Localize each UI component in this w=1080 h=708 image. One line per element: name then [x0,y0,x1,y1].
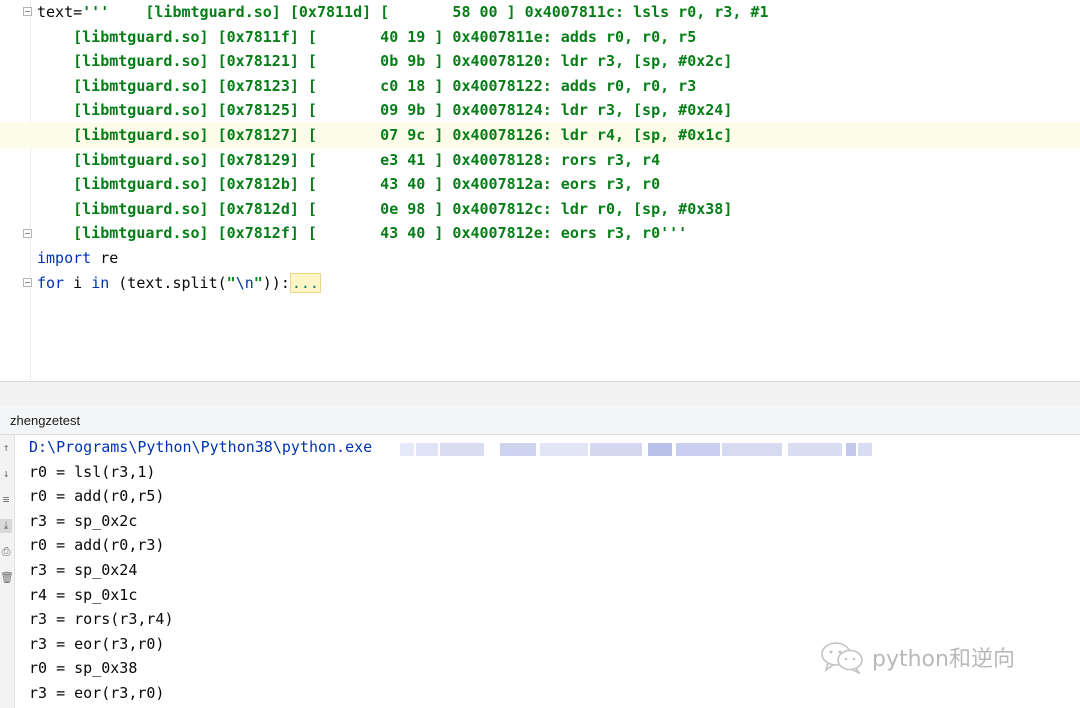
code-line-text: [libmtguard.so] [0x7812f] [ 43 40 ] 0x40… [37,221,687,246]
code-token: for [37,273,65,292]
console-output-line: r3 = eor(r3,r0) [29,684,165,702]
code-line-text: for i in (text.split("\n")):... [37,271,321,296]
wechat-bubble-icon [821,642,863,674]
code-token: (text.split( [109,273,227,292]
run-tool-window-header: zhengzetest [0,406,1080,435]
console-output-line: r3 = sp_0x24 [29,561,138,579]
code-token: " [226,273,236,292]
arrow-down-icon[interactable]: ↓ [0,467,12,481]
code-line[interactable]: [libmtguard.so] [0x7812d] [ 0e 98 ] 0x40… [0,197,1080,222]
code-line[interactable]: [libmtguard.so] [0x7812f] [ 43 40 ] 0x40… [0,221,1080,246]
code-token: text= [37,3,83,21]
arrow-up-icon[interactable]: ↑ [0,441,12,455]
code-token: \n [235,273,254,292]
trash-icon[interactable]: 🗑 [0,571,14,585]
code-token: i [64,273,92,292]
run-toolbar: ↑ ↓ ≡ ⤓ ⎙ 🗑 [0,435,15,708]
code-line[interactable]: import re [0,246,1080,271]
code-token: [libmtguard.so] [0x78123] [ c0 18 ] 0x40… [37,76,697,95]
code-line[interactable]: for i in (text.split("\n")):... [0,271,1080,296]
code-line-text: import re [37,246,118,271]
code-line-text: [libmtguard.so] [0x78127] [ 07 9c ] 0x40… [37,123,732,148]
code-token: import [37,249,92,267]
console-output-line: r0 = sp_0x38 [29,659,138,678]
code-line-text: [libmtguard.so] [0x7812d] [ 0e 98 ] 0x40… [37,197,732,222]
run-tab-label[interactable]: zhengzetest [10,413,80,428]
code-line-text: [libmtguard.so] [0x78121] [ 0b 9b ] 0x40… [37,49,732,74]
code-token: [libmtguard.so] [0x78121] [ 0b 9b ] 0x40… [37,52,733,71]
code-token: in [91,273,110,292]
console-output-line: r3 = sp_0x2c [29,511,138,530]
code-token: ''' [libmtguard.so] [0x7811d] [ 58 00 ] … [82,3,769,21]
code-token: [libmtguard.so] [0x7812f] [ 43 40 ] 0x40… [37,224,688,243]
code-token: [libmtguard.so] [0x78129] [ e3 41 ] 0x40… [37,150,661,169]
console-command-path: D:\Programs\Python\Python38\python.exe [29,438,373,456]
scroll-to-end-icon[interactable]: ⤓ [0,519,12,533]
code-line-text: [libmtguard.so] [0x78129] [ e3 41 ] 0x40… [37,148,660,173]
code-token: [libmtguard.so] [0x7811f] [ 40 19 ] 0x40… [37,27,697,46]
code-line[interactable]: [libmtguard.so] [0x78123] [ c0 18 ] 0x40… [0,74,1080,99]
console-output-line: r0 = lsl(r3,1) [29,462,156,481]
code-line[interactable]: [libmtguard.so] [0x7812b] [ 43 40 ] 0x40… [0,172,1080,197]
code-line-text: [libmtguard.so] [0x78125] [ 09 9b ] 0x40… [37,98,732,123]
code-line[interactable]: text=''' [libmtguard.so] [0x7811d] [ 58 … [0,0,1080,25]
watermark-text: python和逆向 [872,647,1015,672]
console-output-line: r4 = sp_0x1c [29,585,138,604]
code-line-text: [libmtguard.so] [0x7811f] [ 40 19 ] 0x40… [37,25,696,50]
code-token: [libmtguard.so] [0x78125] [ 09 9b ] 0x40… [37,101,733,120]
code-token: " [253,273,263,292]
code-token: [libmtguard.so] [0x7812d] [ 0e 98 ] 0x40… [37,199,733,218]
console-output-line: r3 = eor(r3,r0) [29,634,165,653]
code-line-text: [libmtguard.so] [0x7812b] [ 43 40 ] 0x40… [37,172,660,197]
code-token: )): [262,273,290,292]
console-output-line: r3 = rors(r3,r4) [29,610,174,629]
code-token: [libmtguard.so] [0x78127] [ 07 9c ] 0x40… [37,126,733,144]
code-line[interactable]: [libmtguard.so] [0x78121] [ 0b 9b ] 0x40… [0,49,1080,74]
code-line[interactable]: [libmtguard.so] [0x78125] [ 09 9b ] 0x40… [0,98,1080,123]
print-icon[interactable]: ⎙ [0,545,12,559]
code-editor[interactable]: text=''' [libmtguard.so] [0x7811d] [ 58 … [0,0,1080,381]
code-line[interactable]: [libmtguard.so] [0x7811f] [ 40 19 ] 0x40… [0,25,1080,50]
soft-wrap-icon[interactable]: ≡ [0,493,12,507]
code-token: re [91,249,119,267]
code-line-text: text=''' [libmtguard.so] [0x7811d] [ 58 … [37,0,769,25]
console-output-line: r0 = add(r0,r5) [29,487,165,506]
console-output-line: r0 = add(r0,r3) [29,536,165,555]
folded-code-marker[interactable]: ... [289,272,321,293]
code-line[interactable]: [libmtguard.so] [0x78129] [ e3 41 ] 0x40… [0,148,1080,173]
watermark: python和逆向 [820,640,1015,674]
code-token: [libmtguard.so] [0x7812b] [ 43 40 ] 0x40… [37,175,661,194]
code-line-text: [libmtguard.so] [0x78123] [ c0 18 ] 0x40… [37,74,696,99]
editor-status-strip [0,381,1080,406]
code-line[interactable]: [libmtguard.so] [0x78127] [ 07 9c ] 0x40… [0,123,1080,148]
